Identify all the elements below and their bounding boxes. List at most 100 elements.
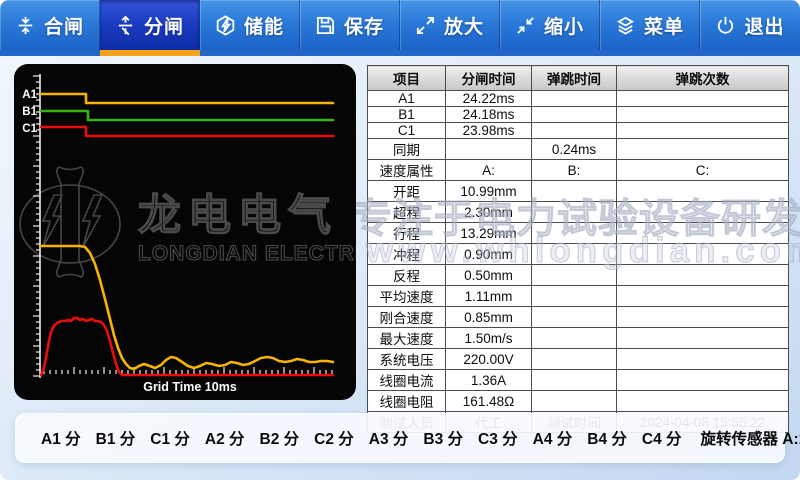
value-cell: [532, 391, 617, 412]
value-cell: [617, 328, 789, 349]
trace-B1-contact: [41, 111, 333, 120]
item-cell: 系统电压: [368, 349, 446, 370]
diverge-arrows-icon: [115, 15, 136, 36]
value-cell: 0.24ms: [532, 139, 617, 160]
breaker-state-item: B3 分: [423, 427, 463, 449]
value-cell: [446, 139, 532, 160]
value-cell: 0.85mm: [446, 307, 532, 328]
channel-label-C1: C1: [22, 123, 37, 135]
table-row: C123.98ms: [368, 123, 789, 139]
tab-underline: [400, 50, 500, 56]
item-cell: 线圈电流: [368, 370, 446, 391]
logo-text-cn: 龙电电气: [138, 192, 338, 240]
table-row: 线圈电阻161.48Ω: [368, 391, 789, 412]
trace-A1-contact: [41, 94, 333, 103]
value-cell: 13.29mm: [446, 223, 532, 244]
value-cell: 220.00V: [446, 349, 532, 370]
table-header-row: 项目分闸时间弹跳时间弹跳次数: [368, 66, 789, 91]
tab-save[interactable]: 保存: [300, 0, 400, 56]
channel-label-B1: B1: [22, 106, 37, 118]
table-row: 行程13.29mm: [368, 223, 789, 244]
breaker-state-item: B1 分: [96, 427, 136, 449]
value-cell: [532, 107, 617, 123]
value-cell: [617, 181, 789, 202]
value-cell: [532, 349, 617, 370]
value-cell: [532, 265, 617, 286]
table-row: 开距10.99mm: [368, 181, 789, 202]
value-cell: 0.90mm: [446, 244, 532, 265]
item-cell: 刚合速度: [368, 307, 446, 328]
tab-underline: [200, 50, 300, 56]
header-cell: 分闸时间: [446, 66, 532, 91]
header-cell: 弹跳次数: [617, 66, 789, 91]
item-cell: B1: [368, 107, 446, 123]
tab-exit[interactable]: 退出: [700, 0, 800, 56]
rotation-sensor-readout: 旋转传感器 A:188.4: [701, 427, 800, 449]
item-cell: 线圈电阻: [368, 391, 446, 412]
oscilloscope-panel: 龙电电气 LONGDIAN ELECTRIC A1B1C1 Grid Time …: [14, 64, 356, 400]
table-body: A124.22msB124.18msC123.98ms同期0.24ms速度属性A…: [368, 91, 789, 433]
value-cell: [617, 107, 789, 123]
tab-label: 分闸: [144, 12, 184, 39]
breaker-state-item: C2 分: [314, 427, 354, 449]
value-cell: [532, 244, 617, 265]
value-cell: [617, 370, 789, 391]
longdian-logo-watermark: [20, 167, 120, 277]
trace-C1-contact: [41, 127, 333, 136]
value-cell: B:: [532, 160, 617, 181]
value-cell: C:: [617, 160, 789, 181]
value-cell: [617, 265, 789, 286]
breaker-state-item: A1 分: [41, 427, 81, 449]
value-cell: [532, 328, 617, 349]
value-cell: [617, 286, 789, 307]
tab-open[interactable]: 分闸: [100, 0, 200, 56]
value-cell: [617, 391, 789, 412]
tab-zoom-in[interactable]: 放大: [400, 0, 500, 56]
value-cell: [532, 370, 617, 391]
value-cell: [532, 123, 617, 139]
table-row: 最大速度1.50m/s: [368, 328, 789, 349]
table-row: 平均速度1.11mm: [368, 286, 789, 307]
tab-menu[interactable]: 菜单: [600, 0, 700, 56]
value-cell: [617, 139, 789, 160]
item-cell: 行程: [368, 223, 446, 244]
power-icon: [715, 15, 736, 36]
tab-underline: [700, 50, 800, 56]
tab-underline: [0, 50, 100, 56]
item-cell: 反程: [368, 265, 446, 286]
header-cell: 弹跳时间: [532, 66, 617, 91]
value-cell: [617, 123, 789, 139]
logo-text-en: LONGDIAN ELECTRIC: [138, 242, 356, 265]
breaker-state-item: B4 分: [587, 427, 627, 449]
item-cell: 平均速度: [368, 286, 446, 307]
header-cell: 项目: [368, 66, 446, 91]
tab-zoom-out[interactable]: 缩小: [500, 0, 600, 56]
tab-underline: [100, 50, 200, 56]
tab-label: 合闸: [44, 12, 84, 39]
table-row: 系统电压220.00V: [368, 349, 789, 370]
value-cell: 24.22ms: [446, 91, 532, 107]
item-cell: 速度属性: [368, 160, 446, 181]
results-table: 项目分闸时间弹跳时间弹跳次数 A124.22msB124.18msC123.98…: [367, 65, 789, 433]
item-cell: 最大速度: [368, 328, 446, 349]
table-row: 速度属性A:B:C:: [368, 160, 789, 181]
item-cell: A1: [368, 91, 446, 107]
grid-time-label: Grid Time 10ms: [143, 380, 237, 394]
item-cell: 开距: [368, 181, 446, 202]
value-cell: 1.50m/s: [446, 328, 532, 349]
toolbar: 合闸 分闸 储能 保存: [0, 0, 800, 56]
results-table-wrap: 项目分闸时间弹跳时间弹跳次数 A124.22msB124.18msC123.98…: [367, 65, 789, 397]
tab-store[interactable]: 储能: [200, 0, 300, 56]
energy-bolt-icon: [215, 15, 236, 36]
tab-label: 储能: [244, 12, 284, 39]
tab-label: 放大: [444, 12, 484, 39]
table-row: A124.22ms: [368, 91, 789, 107]
value-cell: [617, 307, 789, 328]
breaker-state-item: C1 分: [150, 427, 190, 449]
table-row: B124.18ms: [368, 107, 789, 123]
value-cell: 24.18ms: [446, 107, 532, 123]
tab-label: 退出: [744, 12, 784, 39]
tab-close[interactable]: 合闸: [0, 0, 100, 56]
value-cell: 10.99mm: [446, 181, 532, 202]
app-window: 合闸 分闸 储能 保存: [0, 0, 800, 480]
